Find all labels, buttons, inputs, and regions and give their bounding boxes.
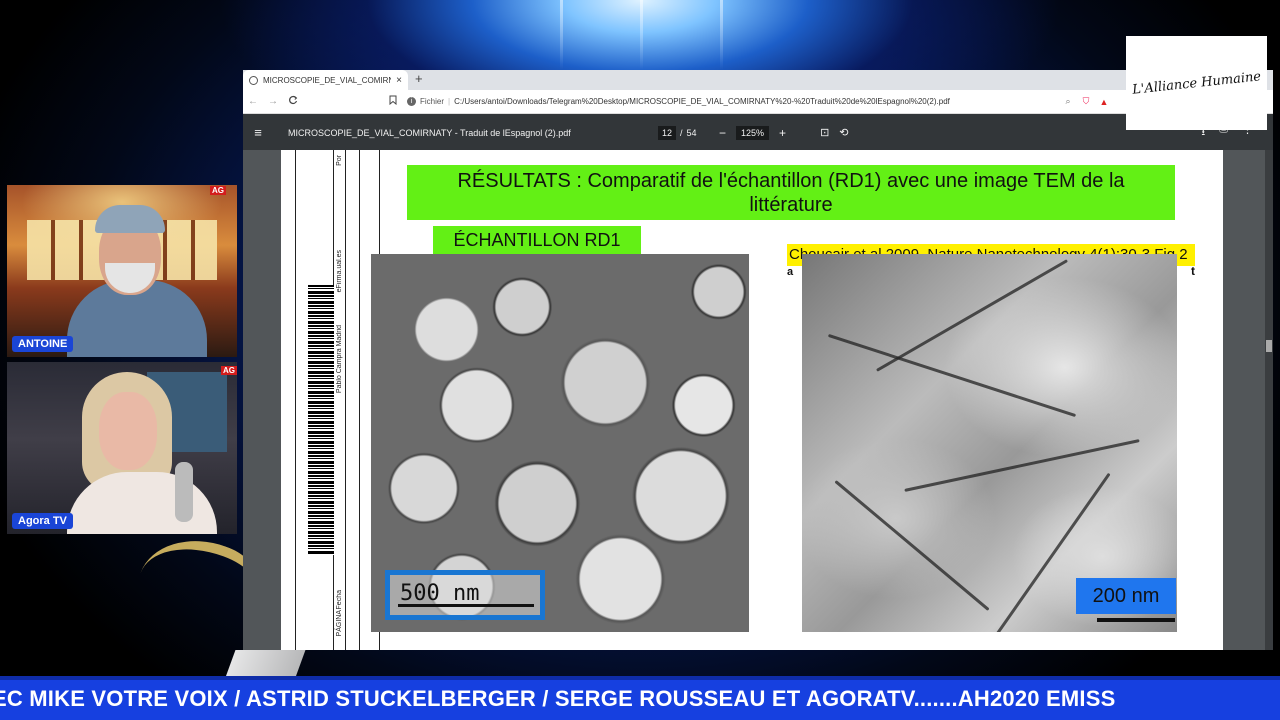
url-separator: |: [448, 97, 451, 106]
light-ray: [720, 0, 723, 70]
back-button[interactable]: ←: [243, 96, 263, 107]
info-icon[interactable]: i: [407, 97, 416, 106]
webcam-agora-tv: [7, 362, 237, 534]
url-scheme-label: Fichier: [420, 97, 445, 106]
banner-line-2: littérature: [749, 194, 833, 216]
tab-strip: MICROSCOPIE_DE_VIAL_COMIRNATY × +: [243, 70, 1273, 90]
channel-tag: AG: [210, 186, 226, 195]
scroll-thumb[interactable]: [1266, 340, 1272, 352]
forward-button[interactable]: →: [263, 96, 283, 107]
person-cap: [95, 205, 165, 233]
news-ticker: EC MIKE VOTRE VOIX / ASTRID STUCKELBERGE…: [0, 680, 1280, 720]
brave-shield-icon[interactable]: ⛉: [1077, 96, 1095, 107]
scale-label-left: 500 nm: [400, 581, 480, 606]
results-banner: RÉSULTATS : Comparatif de l'échantillon …: [407, 165, 1175, 220]
browser-window: MICROSCOPIE_DE_VIAL_COMIRNATY × + ← → i …: [243, 70, 1273, 650]
panel-letter-t: t: [1191, 264, 1195, 278]
tem-image-reference: [802, 254, 1177, 632]
reload-button[interactable]: [283, 95, 303, 108]
panel-letter-a: a: [787, 266, 794, 278]
page-indicator: 12 / 54: [658, 125, 697, 140]
zoom-out-button[interactable]: −: [719, 126, 726, 140]
strip-line: [295, 150, 296, 650]
scale-bar-500nm: 500 nm: [385, 570, 545, 620]
url-path[interactable]: C:/Users/antoi/Downloads/Telegram%20Desk…: [454, 97, 950, 106]
name-badge-antoine: ANTOINE: [12, 336, 74, 352]
tab-title: MICROSCOPIE_DE_VIAL_COMIRNATY: [263, 75, 391, 85]
graphene-fiber: [875, 259, 1069, 372]
pdf-page: Pablo Campra Madrid Fecha PÁGINA eFirma.…: [281, 150, 1223, 650]
pdf-toolbar: ≡ MICROSCOPIE_DE_VIAL_COMIRNATY - Tradui…: [243, 114, 1273, 151]
sample-label: ÉCHANTILLON RD1: [433, 226, 641, 254]
name-badge-agora-tv: Agora TV: [12, 513, 73, 529]
scale-label-right: 200 nm: [1076, 578, 1176, 614]
close-tab-icon[interactable]: ×: [396, 75, 402, 86]
tab-pdf[interactable]: MICROSCOPIE_DE_VIAL_COMIRNATY ×: [243, 70, 408, 90]
microphone-icon: [175, 462, 193, 522]
address-bar[interactable]: i Fichier | C:/Users/antoi/Downloads/Tel…: [383, 95, 1059, 108]
fit-page-icon[interactable]: ⊡: [820, 126, 829, 139]
strip-text-date: Fecha: [336, 590, 343, 610]
rotate-icon[interactable]: ⟲: [839, 126, 848, 139]
graphene-fiber: [904, 439, 1140, 492]
menu-icon[interactable]: ≡: [243, 125, 273, 140]
rewards-triangle-icon[interactable]: ▲: [1095, 97, 1113, 107]
webcam-antoine: [7, 185, 237, 357]
graphene-fiber: [834, 480, 990, 611]
bookmark-icon[interactable]: [383, 95, 403, 108]
globe-icon: [249, 75, 258, 85]
strip-text-signer: Pablo Campra Madrid: [336, 325, 343, 394]
strip-text-page: PÁGINA: [336, 610, 343, 637]
scale-line-left: [398, 604, 534, 607]
page-separator: /: [680, 127, 683, 138]
strip-text-por: Por: [336, 155, 343, 166]
navigation-bar: ← → i Fichier | C:/Users/antoi/Downloads…: [243, 90, 1273, 114]
zoom-controls: − 125% + ⊡ ⟲: [719, 125, 849, 140]
current-page-input[interactable]: 12: [658, 125, 677, 140]
strip-line: [345, 150, 346, 650]
strip-line: [359, 150, 360, 650]
graphene-fiber: [827, 333, 1077, 418]
zoom-level[interactable]: 125%: [736, 125, 770, 140]
logo-text: L'Alliance Humaine: [1131, 68, 1262, 98]
total-pages: 54: [686, 127, 697, 138]
zoom-icon[interactable]: ⌕: [1059, 96, 1077, 107]
reload-icon: [289, 95, 298, 105]
barcode: [308, 285, 334, 555]
channel-tag: AG: [221, 366, 237, 375]
light-ray: [560, 0, 563, 70]
pdf-scrollbar[interactable]: [1265, 150, 1273, 650]
ticker-text: EC MIKE VOTRE VOIX / ASTRID STUCKELBERGE…: [0, 686, 1116, 711]
light-ray: [640, 0, 643, 70]
person-face: [99, 392, 157, 470]
pdf-title: MICROSCOPIE_DE_VIAL_COMIRNATY - Traduit …: [288, 127, 571, 138]
strip-text-efirma: eFirma.ual.es: [336, 250, 343, 293]
scale-line-right: [1097, 618, 1175, 622]
new-tab-button[interactable]: +: [415, 71, 423, 86]
pdf-viewer[interactable]: Pablo Campra Madrid Fecha PÁGINA eFirma.…: [243, 150, 1273, 650]
zoom-in-button[interactable]: +: [779, 126, 786, 140]
banner-line-1: RÉSULTATS : Comparatif de l'échantillon …: [457, 170, 1125, 192]
alliance-humaine-logo: L'Alliance Humaine: [1126, 36, 1267, 130]
